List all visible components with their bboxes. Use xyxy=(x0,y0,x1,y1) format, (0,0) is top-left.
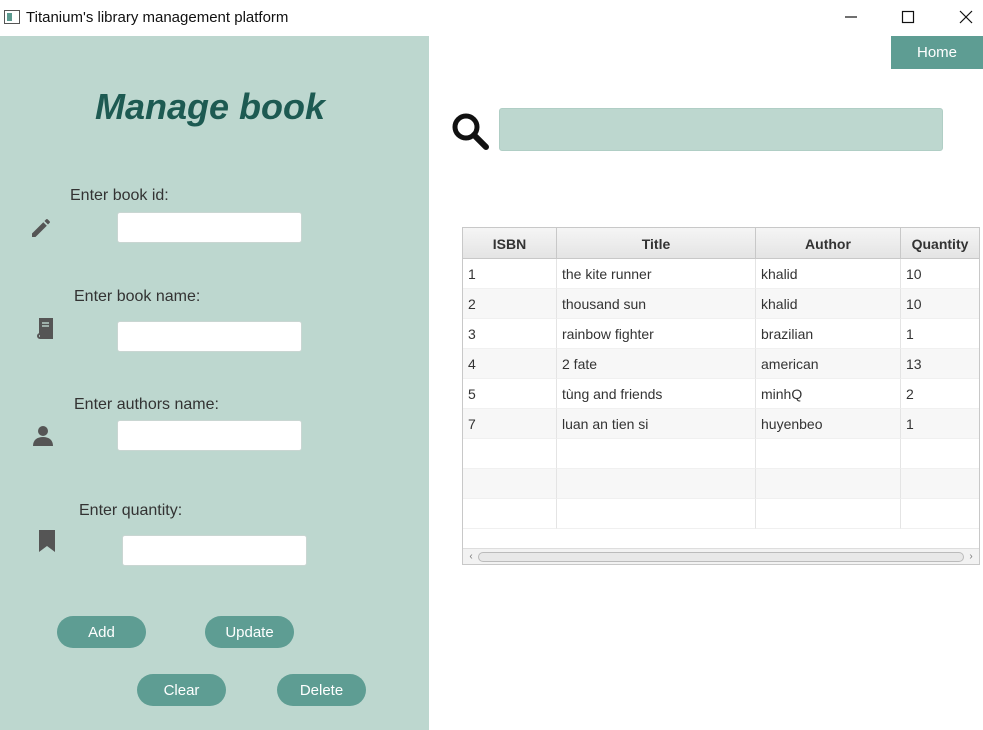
panel-title: Manage book xyxy=(94,86,326,127)
column-header-author[interactable]: Author xyxy=(756,228,901,259)
scroll-thumb[interactable] xyxy=(478,552,964,562)
pencil-icon xyxy=(28,215,54,241)
cell-author: khalid xyxy=(756,259,901,289)
scroll-left-icon[interactable]: ‹ xyxy=(465,551,477,563)
cell-isbn: 3 xyxy=(463,319,557,349)
cell-isbn: 7 xyxy=(463,409,557,439)
cell-author: american xyxy=(756,349,901,379)
bookmark-icon xyxy=(34,528,60,554)
cell-quantity: 10 xyxy=(901,289,979,319)
window-title: Titanium's library management platform xyxy=(26,9,289,26)
column-header-title[interactable]: Title xyxy=(557,228,756,259)
maximize-button[interactable] xyxy=(879,0,937,34)
book-id-input[interactable] xyxy=(117,212,302,243)
table-header: ISBN Title Author Quantity xyxy=(463,228,979,259)
add-button[interactable]: Add xyxy=(57,616,146,648)
app-icon xyxy=(4,10,20,24)
table-row[interactable]: 1 the kite runner khalid 10 xyxy=(463,259,979,289)
cell-title: thousand sun xyxy=(557,289,756,319)
cell-title: the kite runner xyxy=(557,259,756,289)
maximize-icon xyxy=(901,10,915,24)
cell-title: 2 fate xyxy=(557,349,756,379)
cell-isbn: 1 xyxy=(463,259,557,289)
book-icon xyxy=(32,315,58,341)
empty-row xyxy=(463,469,979,499)
cell-quantity: 10 xyxy=(901,259,979,289)
book-name-input[interactable] xyxy=(117,321,302,352)
cell-author: huyenbeo xyxy=(756,409,901,439)
cell-author: brazilian xyxy=(756,319,901,349)
table-row[interactable]: 7 luan an tien si huyenbeo 1 xyxy=(463,409,979,439)
table-row[interactable]: 4 2 fate american 13 xyxy=(463,349,979,379)
quantity-label: Enter quantity: xyxy=(79,502,183,519)
author-name-input[interactable] xyxy=(117,420,302,451)
update-button[interactable]: Update xyxy=(205,616,294,648)
cell-quantity: 13 xyxy=(901,349,979,379)
book-id-label: Enter book id: xyxy=(70,187,169,204)
cell-quantity: 1 xyxy=(901,409,979,439)
close-icon xyxy=(959,10,973,24)
cell-title: tùng and friends xyxy=(557,379,756,409)
scroll-right-icon[interactable]: › xyxy=(965,551,977,563)
cell-isbn: 4 xyxy=(463,349,557,379)
cell-author: minhQ xyxy=(756,379,901,409)
cell-author: khalid xyxy=(756,289,901,319)
author-name-label: Enter authors name: xyxy=(74,396,219,413)
minimize-icon xyxy=(845,16,857,18)
close-button[interactable] xyxy=(937,0,983,34)
window-titlebar: Titanium's library management platform xyxy=(0,0,983,36)
cell-title: rainbow fighter xyxy=(557,319,756,349)
empty-row xyxy=(463,499,979,529)
book-name-label: Enter book name: xyxy=(74,288,201,305)
cell-title: luan an tien si xyxy=(557,409,756,439)
minimize-button[interactable] xyxy=(822,0,880,34)
table-row[interactable]: 2 thousand sun khalid 10 xyxy=(463,289,979,319)
home-button[interactable]: Home xyxy=(891,36,983,69)
quantity-input[interactable] xyxy=(122,535,307,566)
cell-quantity: 1 xyxy=(901,319,979,349)
cell-isbn: 5 xyxy=(463,379,557,409)
manage-book-panel: Manage book Enter book id: Enter book na… xyxy=(0,36,429,730)
clear-button[interactable]: Clear xyxy=(137,674,226,706)
table-row[interactable]: 3 rainbow fighter brazilian 1 xyxy=(463,319,979,349)
table-row[interactable]: 5 tùng and friends minhQ 2 xyxy=(463,379,979,409)
cell-isbn: 2 xyxy=(463,289,557,319)
delete-button[interactable]: Delete xyxy=(277,674,366,706)
search-input[interactable] xyxy=(499,108,943,151)
horizontal-scrollbar[interactable]: ‹ › xyxy=(463,548,979,564)
books-table[interactable]: ISBN Title Author Quantity 1 the kite ru… xyxy=(462,227,980,565)
search-icon[interactable] xyxy=(451,112,491,152)
column-header-quantity[interactable]: Quantity xyxy=(901,228,979,259)
empty-row xyxy=(463,439,979,469)
user-icon xyxy=(30,423,56,449)
cell-quantity: 2 xyxy=(901,379,979,409)
column-header-isbn[interactable]: ISBN xyxy=(463,228,557,259)
table-body: 1 the kite runner khalid 10 2 thousand s… xyxy=(463,259,979,529)
